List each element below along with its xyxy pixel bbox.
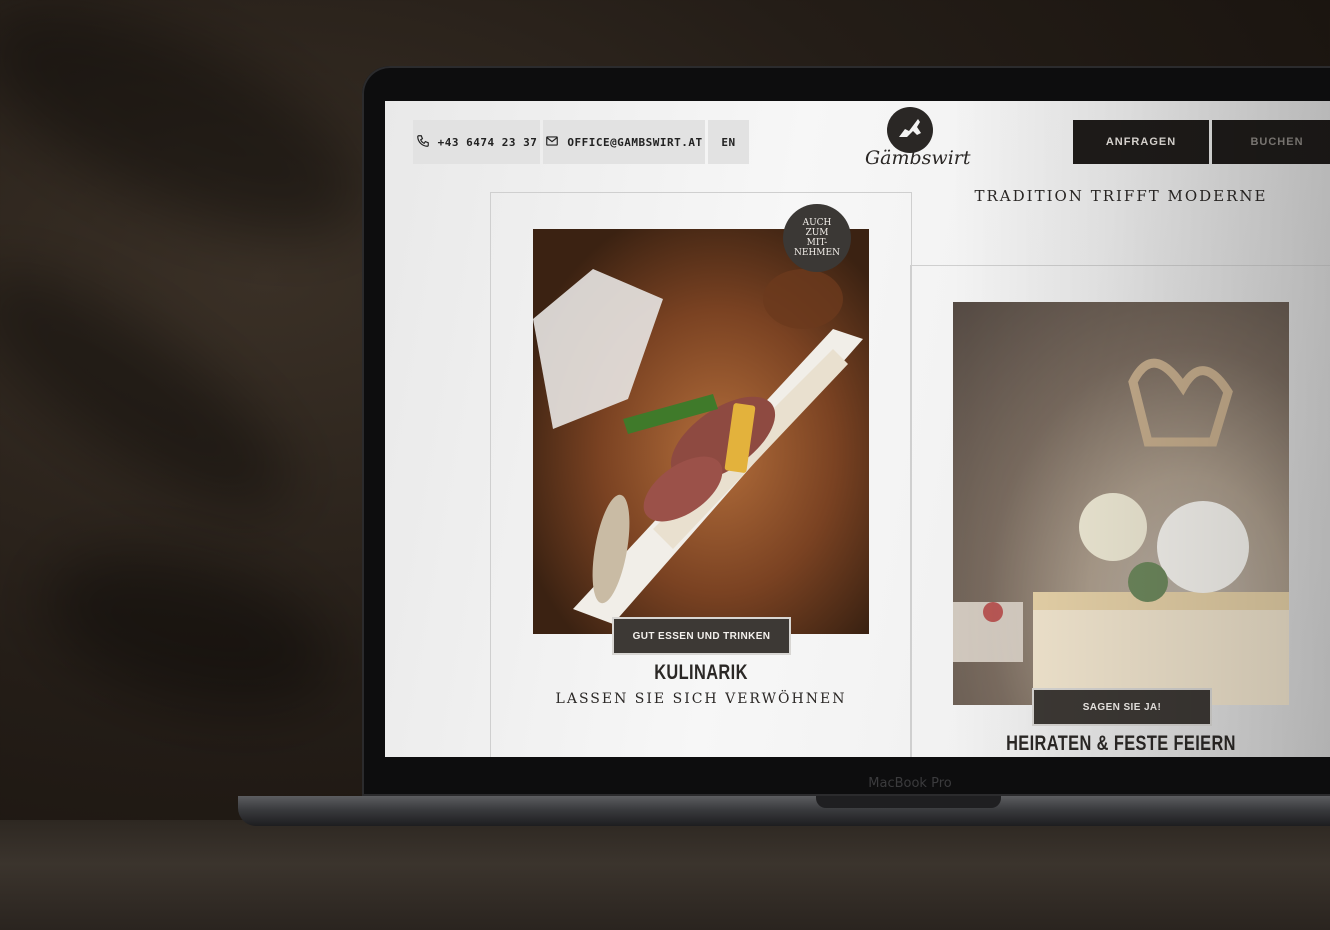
culinary-title: KULINARIK xyxy=(654,661,748,684)
floor-surface xyxy=(0,820,1330,930)
badge-line: MIT- xyxy=(806,238,828,248)
request-button[interactable]: ANFRAGEN xyxy=(1073,120,1209,164)
culinary-subtitle: LASSEN SIE SICH VERWÖHNEN xyxy=(555,691,847,707)
laptop-brand-label: MacBook Pro xyxy=(868,776,952,791)
food-photo[interactable] xyxy=(533,229,869,634)
badge-line: ZUM xyxy=(805,228,829,238)
wedding-title: HEIRATEN & FESTE FEIERN xyxy=(1006,732,1236,755)
card-divider xyxy=(910,266,911,757)
wedding-cake-photo[interactable] xyxy=(953,302,1289,705)
phone-number: +43 6474 23 37 xyxy=(437,135,538,149)
wedding-chip[interactable]: SAGEN SIE JA! xyxy=(1032,688,1212,726)
book-button[interactable]: BUCHEN xyxy=(1212,120,1330,164)
chamois-logo-icon xyxy=(887,107,933,153)
email-button[interactable]: OFFICE@GAMBSWIRT.AT xyxy=(543,120,705,164)
site-logo[interactable]: Gämbswirt xyxy=(865,107,971,187)
language-switch[interactable]: EN xyxy=(708,120,749,164)
website-screen: +43 6474 23 37 OFFICE@GAMBSWIRT.AT EN Gä… xyxy=(385,101,1330,757)
leaf-shadow xyxy=(26,523,354,737)
laptop-hinge-notch xyxy=(816,796,1001,808)
laptop-base xyxy=(238,796,1330,826)
leaf-shadow xyxy=(0,0,395,282)
phone-button[interactable]: +43 6474 23 37 xyxy=(413,120,540,164)
takeaway-badge: AUCH ZUM MIT- NEHMEN xyxy=(783,204,851,272)
badge-line: NEHMEN xyxy=(794,248,840,258)
leaf-shadow xyxy=(0,231,321,549)
culinary-chip[interactable]: GUT ESSEN UND TRINKEN xyxy=(612,617,791,655)
phone-icon xyxy=(416,134,430,151)
badge-line: AUCH xyxy=(802,218,832,228)
email-address: OFFICE@GAMBSWIRT.AT xyxy=(567,135,703,149)
tagline: TRADITION TRIFFT MODERNE xyxy=(974,187,1268,205)
mail-icon xyxy=(545,134,559,151)
section-divider xyxy=(910,265,1330,266)
